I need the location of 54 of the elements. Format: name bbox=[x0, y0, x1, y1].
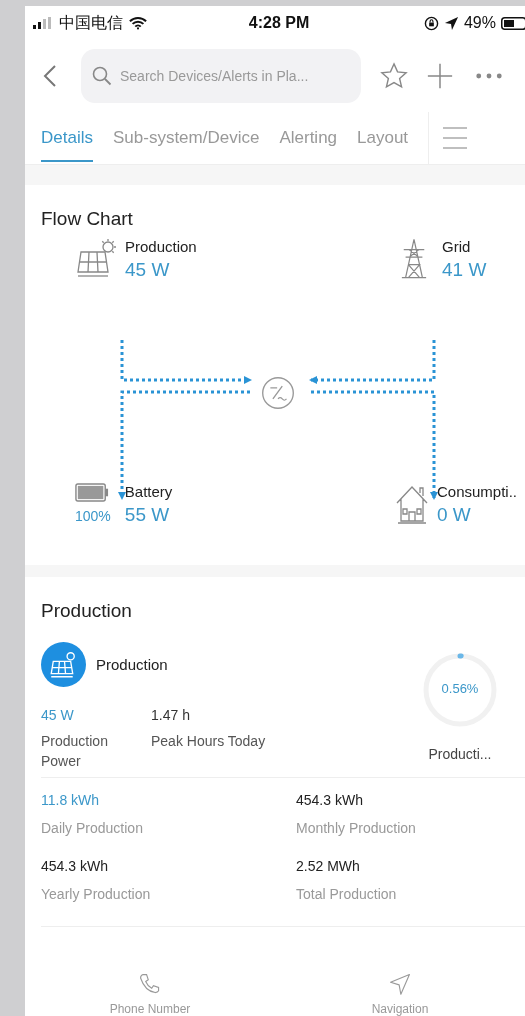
total-value: 454.3 kWh bbox=[296, 792, 364, 808]
location-arrow-icon bbox=[443, 15, 459, 31]
tab[interactable]: Details bbox=[41, 114, 93, 162]
gauge-label: Producti... bbox=[428, 746, 492, 762]
total-label: Monthly Production bbox=[296, 820, 417, 836]
total-value: 2.52 MWh bbox=[296, 858, 361, 874]
header-label: Production bbox=[96, 656, 168, 673]
tab[interactable]: Sub-system/Device bbox=[112, 114, 260, 162]
paper-plane-icon bbox=[387, 972, 413, 996]
solar-panel-icon bbox=[41, 642, 86, 687]
metric-value: 1.47 h bbox=[151, 707, 191, 723]
search-field[interactable]: Search Devices/Alerts in Pla... bbox=[81, 49, 361, 103]
section-title: Flow Chart bbox=[41, 207, 134, 230]
power-tower-icon bbox=[400, 238, 428, 280]
rotation-lock-icon bbox=[423, 15, 439, 31]
menu-icon[interactable] bbox=[443, 127, 468, 149]
signal-icon bbox=[33, 17, 53, 29]
node-label: Grid bbox=[442, 238, 472, 255]
node-label: Battery bbox=[124, 483, 173, 500]
bottom-nav-item[interactable]: Navigation bbox=[275, 964, 525, 1016]
tab[interactable]: Layout bbox=[357, 114, 409, 162]
wifi-icon bbox=[129, 16, 147, 30]
total-value: 454.3 kWh bbox=[41, 858, 109, 874]
metric-label: Production Power bbox=[41, 732, 109, 771]
metric-label: Peak Hours Today bbox=[151, 732, 267, 751]
star-icon[interactable] bbox=[380, 62, 408, 90]
node-value: 55 W bbox=[124, 504, 171, 526]
node-value: 45 W bbox=[125, 259, 171, 281]
node-label: Production bbox=[125, 238, 197, 255]
back-icon[interactable] bbox=[43, 64, 57, 88]
total-value: 11.8 kWh bbox=[41, 792, 101, 808]
node-value: 0 W bbox=[437, 504, 472, 526]
bottom-nav-item[interactable]: Phone Number bbox=[25, 964, 275, 1016]
battery-icon bbox=[75, 483, 109, 502]
total-label: Yearly Production bbox=[41, 886, 152, 902]
total-label: Total Production bbox=[296, 886, 398, 902]
inverter-icon bbox=[261, 376, 295, 410]
section-title: Production bbox=[41, 599, 133, 622]
clock-time: 4:28 PM bbox=[248, 14, 310, 32]
node-label: Consumpti.. bbox=[437, 483, 518, 500]
add-icon[interactable] bbox=[426, 62, 454, 90]
gauge-reading: 0.56% bbox=[440, 681, 480, 696]
total-label: Daily Production bbox=[41, 820, 144, 836]
battery-percent-label: 100% bbox=[75, 508, 111, 524]
gauge-fill bbox=[457, 653, 464, 659]
battery-percent: 49% bbox=[463, 14, 496, 32]
metric-value: 45 W bbox=[41, 707, 75, 723]
solar-panel-icon bbox=[75, 238, 117, 280]
tab[interactable]: Alerting bbox=[279, 114, 338, 162]
more-icon[interactable] bbox=[475, 72, 503, 80]
battery-icon bbox=[501, 16, 525, 30]
search-icon bbox=[92, 66, 112, 86]
node-value: 41 W bbox=[442, 259, 487, 281]
carrier-name: 中国电信 bbox=[59, 12, 123, 33]
